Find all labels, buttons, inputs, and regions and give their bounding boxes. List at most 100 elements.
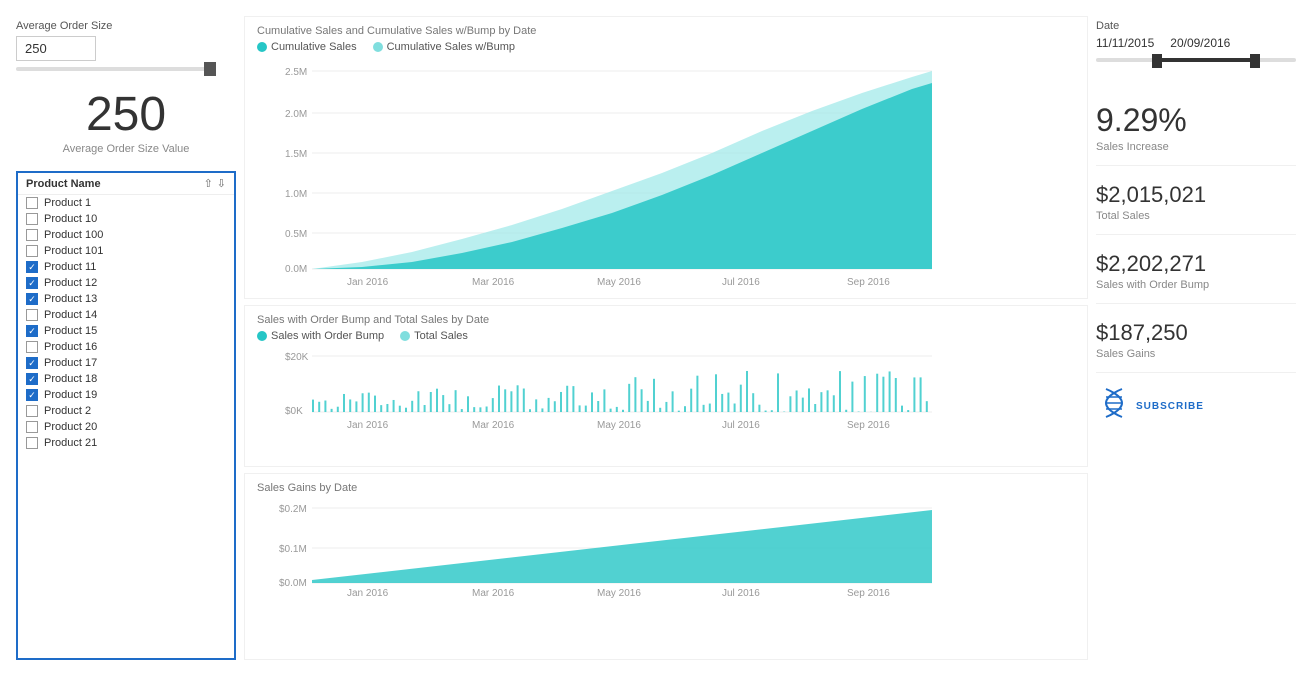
- product-item[interactable]: ✓Product 19: [18, 387, 234, 403]
- product-item[interactable]: ✓ Product 17: [18, 355, 234, 371]
- product-checkbox[interactable]: ✓: [26, 261, 38, 273]
- cumulative-legend-label-1: Cumulative Sales: [271, 41, 357, 53]
- sales-bump-legend-item-1: Sales with Order Bump: [257, 330, 384, 342]
- svg-text:$0.0M: $0.0M: [279, 578, 307, 589]
- product-checkbox[interactable]: [26, 245, 38, 257]
- svg-text:0.5M: 0.5M: [285, 229, 307, 240]
- right-panel: Date 11/11/2015 20/09/2016 9.29% Sales I…: [1096, 16, 1296, 660]
- product-checkbox[interactable]: ✓: [26, 389, 38, 401]
- cumulative-legend-dot-2: [373, 42, 383, 52]
- product-checkbox[interactable]: ✓: [26, 277, 38, 289]
- cumulative-legend-dot-1: [257, 42, 267, 52]
- product-name: Product 15: [44, 325, 97, 337]
- kpi-total-sales-label: Total Sales: [1096, 210, 1296, 222]
- product-checkbox[interactable]: [26, 197, 38, 209]
- product-checkbox[interactable]: ✓: [26, 373, 38, 385]
- kpi-sales-increase-value: 9.29%: [1096, 102, 1296, 139]
- product-item[interactable]: ✓ Product 12: [18, 275, 234, 291]
- sales-bump-legend-dot-2: [400, 331, 410, 341]
- product-name: Product 101: [44, 245, 103, 257]
- product-item[interactable]: Product 2: [18, 403, 234, 419]
- kpi-sales-increase: 9.29% Sales Increase: [1096, 90, 1296, 166]
- svg-text:May 2016: May 2016: [597, 420, 641, 431]
- big-number-value: 250: [16, 91, 236, 139]
- product-item[interactable]: ✓ Product 15: [18, 323, 234, 339]
- date-thumb-left[interactable]: [1152, 54, 1162, 68]
- product-name: Product 18: [44, 373, 97, 385]
- product-checkbox[interactable]: [26, 309, 38, 321]
- avg-order-slider[interactable]: [16, 67, 216, 71]
- product-name: Product 17: [44, 357, 97, 369]
- sales-bump-chart-area: $20K $0K Jan 2016 Mar 2016 May 2016 Jul …: [257, 346, 1075, 436]
- sort-asc-icon[interactable]: ⇧: [204, 177, 213, 190]
- date-to: 20/09/2016: [1170, 36, 1230, 50]
- cumulative-legend-item-2: Cumulative Sales w/Bump: [373, 41, 515, 53]
- kpi-sales-gains: $187,250 Sales Gains: [1096, 308, 1296, 373]
- product-item[interactable]: ✓ Product 11: [18, 259, 234, 275]
- svg-text:Sep 2016: Sep 2016: [847, 277, 890, 287]
- sort-desc-icon[interactable]: ⇩: [217, 177, 226, 190]
- svg-text:Jan 2016: Jan 2016: [347, 420, 389, 431]
- product-list-scroll[interactable]: Product 1Product 10 Product 100 Product 10…: [18, 195, 234, 658]
- cumulative-legend: Cumulative Sales Cumulative Sales w/Bump: [257, 41, 1075, 53]
- svg-text:$0K: $0K: [285, 406, 303, 417]
- sales-gains-chart-title: Sales Gains by Date: [257, 482, 1075, 494]
- cumulative-legend-item-1: Cumulative Sales: [257, 41, 357, 53]
- product-item[interactable]: Product 100: [18, 227, 234, 243]
- date-thumb-right[interactable]: [1250, 54, 1260, 68]
- cumulative-chart-area: 2.5M 2.0M 1.5M 1.0M 0.5M 0.0M: [257, 57, 1075, 287]
- product-checkbox[interactable]: ✓: [26, 357, 38, 369]
- svg-text:$0.2M: $0.2M: [279, 504, 307, 515]
- product-checkbox[interactable]: [26, 405, 38, 417]
- product-item[interactable]: ✓Product 13: [18, 291, 234, 307]
- sales-bump-chart-svg: $20K $0K Jan 2016 Mar 2016 May 2016 Jul …: [257, 346, 937, 436]
- kpi-sales-bump-label: Sales with Order Bump: [1096, 279, 1296, 291]
- svg-text:0.0M: 0.0M: [285, 264, 307, 275]
- product-checkbox[interactable]: [26, 213, 38, 225]
- product-name: Product 12: [44, 277, 97, 289]
- svg-text:Jul 2016: Jul 2016: [722, 588, 760, 598]
- svg-text:$20K: $20K: [285, 352, 309, 363]
- left-panel: Average Order Size 250 Average Order Siz…: [16, 16, 236, 660]
- product-item[interactable]: ✓ Product 18: [18, 371, 234, 387]
- product-item[interactable]: Product 20: [18, 419, 234, 435]
- product-checkbox[interactable]: [26, 421, 38, 433]
- avg-order-label: Average Order Size: [16, 20, 236, 32]
- subscribe-text[interactable]: SUBSCRIBE: [1136, 401, 1204, 412]
- svg-text:1.5M: 1.5M: [285, 149, 307, 160]
- product-checkbox[interactable]: ✓: [26, 325, 38, 337]
- product-list-container: Product Name ⇧ ⇩ Product 1Product 10Prod…: [16, 171, 236, 660]
- product-item[interactable]: Product 101: [18, 243, 234, 259]
- product-checkbox[interactable]: ✓: [26, 293, 38, 305]
- product-item[interactable]: Product 1: [18, 195, 234, 211]
- product-item[interactable]: Product 16: [18, 339, 234, 355]
- product-item[interactable]: Product 10: [18, 211, 234, 227]
- product-list-title: Product Name: [26, 178, 101, 190]
- cumulative-chart-svg: 2.5M 2.0M 1.5M 1.0M 0.5M 0.0M: [257, 57, 937, 287]
- sales-bump-legend-label-1: Sales with Order Bump: [271, 330, 384, 342]
- cumulative-chart-title: Cumulative Sales and Cumulative Sales w/…: [257, 25, 1075, 37]
- svg-text:Jul 2016: Jul 2016: [722, 420, 760, 431]
- svg-text:Jan 2016: Jan 2016: [347, 588, 389, 598]
- product-checkbox[interactable]: [26, 229, 38, 241]
- product-name: Product 2: [44, 405, 91, 417]
- date-label: Date: [1096, 20, 1296, 32]
- svg-text:Mar 2016: Mar 2016: [472, 277, 515, 287]
- product-checkbox[interactable]: [26, 341, 38, 353]
- product-name: Product 100: [44, 229, 103, 241]
- product-checkbox[interactable]: [26, 437, 38, 449]
- product-name: Product 20: [44, 421, 97, 433]
- big-number-section: 250 Average Order Size Value: [16, 83, 236, 163]
- date-slider[interactable]: [1096, 58, 1296, 78]
- svg-text:Mar 2016: Mar 2016: [472, 588, 515, 598]
- svg-text:Sep 2016: Sep 2016: [847, 420, 890, 431]
- product-item[interactable]: Product 14: [18, 307, 234, 323]
- product-item[interactable]: Product 21: [18, 435, 234, 451]
- product-name: Product 11: [44, 261, 96, 273]
- kpi-sales-gains-label: Sales Gains: [1096, 348, 1296, 360]
- header-icons: ⇧ ⇩: [204, 177, 226, 190]
- subscribe-section[interactable]: SUBSCRIBE: [1096, 385, 1296, 428]
- sales-gains-chart-area: $0.2M $0.1M $0.0M Jan 2016 Mar 2016 May …: [257, 498, 1075, 598]
- product-list-header: Product Name ⇧ ⇩: [18, 173, 234, 195]
- avg-order-input[interactable]: [16, 36, 96, 61]
